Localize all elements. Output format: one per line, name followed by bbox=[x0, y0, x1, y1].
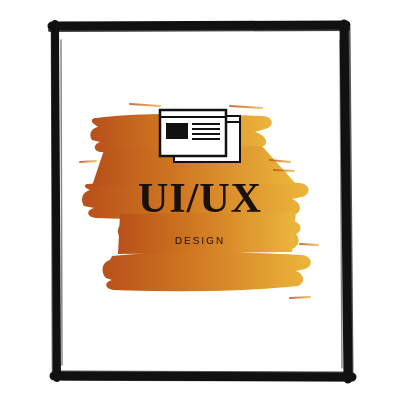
logo-title: UI/UX bbox=[137, 176, 262, 222]
browser-window-icon bbox=[158, 108, 241, 163]
logo-subtitle: DESIGN bbox=[174, 236, 226, 247]
